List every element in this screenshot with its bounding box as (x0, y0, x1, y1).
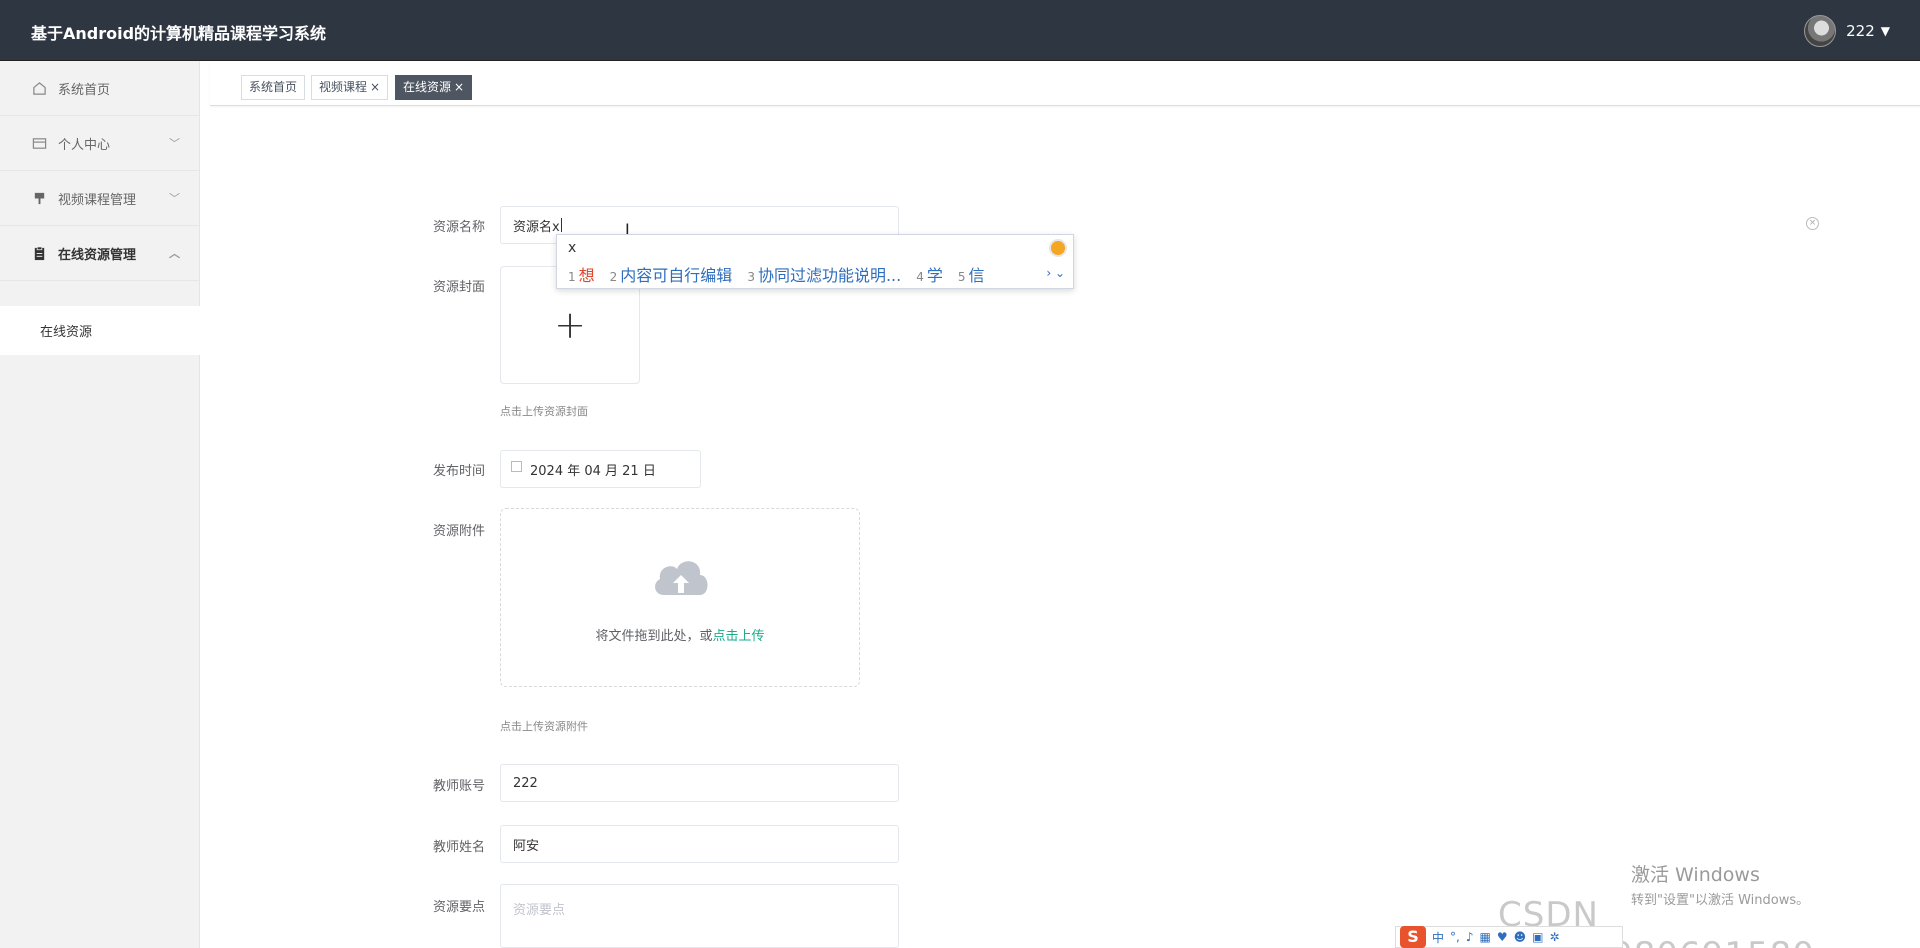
tab-bar: 系统首页 视频课程 × 在线资源 × (210, 61, 1920, 106)
sidebar-item-home[interactable]: 系统首页 (0, 61, 200, 116)
app-title: 基于Android的计算机精品课程学习系统 (31, 24, 327, 43)
tab-label: 在线资源 (403, 80, 452, 94)
tab-label: 视频课程 (319, 80, 368, 94)
robot-icon[interactable]: ☻ (1514, 930, 1527, 944)
cloud-upload-icon (655, 561, 708, 595)
teacher-name-label: 教师姓名 (433, 840, 486, 855)
microphone-icon[interactable]: ♪ (1466, 930, 1474, 944)
keyboard-icon[interactable]: ▦ (1480, 930, 1491, 944)
sogou-logo-icon[interactable]: S (1400, 926, 1426, 948)
sidebar-item-label: 个人中心 (58, 137, 111, 153)
top-header: 基于Android的计算机精品课程学习系统 222 ▼ (0, 0, 1920, 61)
calendar-icon (511, 461, 522, 472)
clipboard-icon (31, 245, 47, 261)
sidebar-subitem-online-resource[interactable]: 在线资源 (0, 306, 200, 355)
ime-candidates: 1想 2 内容可自行编辑 3 协同过滤功能说明... 4学 5信 (568, 262, 1000, 286)
ime-candidate-popup: x 1想 2 内容可自行编辑 3 协同过滤功能说明... 4学 5信 › ⌄ (556, 234, 1074, 289)
ime-candidate[interactable]: 1想 (568, 262, 595, 286)
ime-composition: x (568, 240, 577, 256)
close-icon[interactable]: × (370, 80, 380, 94)
wallet-icon (31, 135, 47, 151)
publish-date-value: 2024 年 04 月 21 日 (530, 463, 656, 479)
sidebar-item-label: 视频课程管理 (58, 192, 137, 208)
click-upload-link[interactable]: 点击上传 (713, 629, 765, 644)
sidebar-item-video-course-management[interactable]: 视频课程管理 ﹀ (0, 171, 200, 226)
teacher-account-label: 教师账号 (433, 779, 486, 794)
key-points-placeholder: 资源要点 (513, 903, 566, 918)
user-menu[interactable]: 222 ▼ (1804, 15, 1890, 47)
sidebar: 系统首页 个人中心 ﹀ 视频课程管理 ﹀ 在线资源管理 ︿ 在线资源 (0, 61, 200, 948)
drop-zone-text: 将文件拖到此处，或点击上传 (501, 625, 859, 644)
caret-down-icon[interactable]: ▼ (1881, 24, 1890, 38)
sidebar-item-label: 系统首页 (58, 82, 111, 98)
ime-toolbar: S 中 °, ♪ ▦ ♥ ☻ ▣ ✲ (1395, 926, 1623, 948)
publish-date-picker[interactable]: 2024 年 04 月 21 日 (500, 450, 701, 488)
clear-icon[interactable]: × (1806, 217, 1819, 230)
punctuation-icon[interactable]: °, (1450, 930, 1460, 944)
ime-skin-icon[interactable] (1049, 239, 1067, 257)
activate-title: 激活 Windows (1631, 864, 1760, 886)
ime-candidate[interactable]: 5信 (958, 262, 985, 286)
chevron-down-icon: ﹀ (169, 192, 180, 205)
key-points-label: 资源要点 (433, 900, 486, 915)
publish-time-label: 发布时间 (433, 464, 486, 479)
settings-icon[interactable]: ✲ (1549, 930, 1559, 944)
tab-online-resource[interactable]: 在线资源 × (395, 75, 473, 100)
teacher-account-value: 222 (513, 775, 538, 791)
sidebar-item-label: 在线资源管理 (58, 247, 137, 263)
tab-label: 系统首页 (249, 80, 298, 94)
tab-video-course[interactable]: 视频课程 × (311, 75, 389, 100)
drop-instruction: 将文件拖到此处，或 (595, 629, 713, 644)
sidebar-item-personal-center[interactable]: 个人中心 ﹀ (0, 116, 200, 171)
chevron-down-icon: ﹀ (169, 137, 180, 150)
grid-icon[interactable]: ▣ (1532, 930, 1543, 944)
ime-mode-toggle[interactable]: 中 (1432, 929, 1444, 946)
key-points-textarea[interactable]: 资源要点 (500, 884, 899, 948)
resource-name-label: 资源名称 (433, 220, 486, 235)
teacher-account-input[interactable]: 222 (500, 764, 899, 802)
teacher-name-value: 阿安 (513, 838, 540, 854)
cover-hint: 点击上传资源封面 (500, 405, 588, 418)
attachment-label: 资源附件 (433, 524, 486, 539)
chevron-up-icon: ︿ (169, 247, 180, 260)
close-icon[interactable]: × (454, 80, 464, 94)
teacher-name-input[interactable]: 阿安 (500, 825, 899, 863)
attachment-hint: 点击上传资源附件 (500, 720, 588, 733)
ime-candidate[interactable]: 2 内容可自行编辑 (610, 262, 733, 286)
skin-icon[interactable]: ♥ (1497, 930, 1508, 944)
avatar[interactable] (1804, 15, 1837, 47)
home-icon (31, 80, 47, 96)
tab-home[interactable]: 系统首页 (241, 75, 306, 100)
sidebar-item-online-resource-management[interactable]: 在线资源管理 ︿ (0, 226, 200, 281)
ime-candidate[interactable]: 3 协同过滤功能说明... (747, 262, 901, 286)
ime-next-page-icon[interactable]: › ⌄ (1046, 266, 1065, 280)
ime-candidate[interactable]: 4学 (916, 262, 943, 286)
resource-name-value: 资源名x (513, 219, 560, 235)
attachment-drop-zone[interactable]: 将文件拖到此处，或点击上传 (500, 508, 860, 687)
brush-icon (31, 190, 47, 206)
resource-cover-label: 资源封面 (433, 280, 486, 295)
username[interactable]: 222 (1846, 22, 1875, 40)
plus-icon: + (554, 303, 586, 347)
